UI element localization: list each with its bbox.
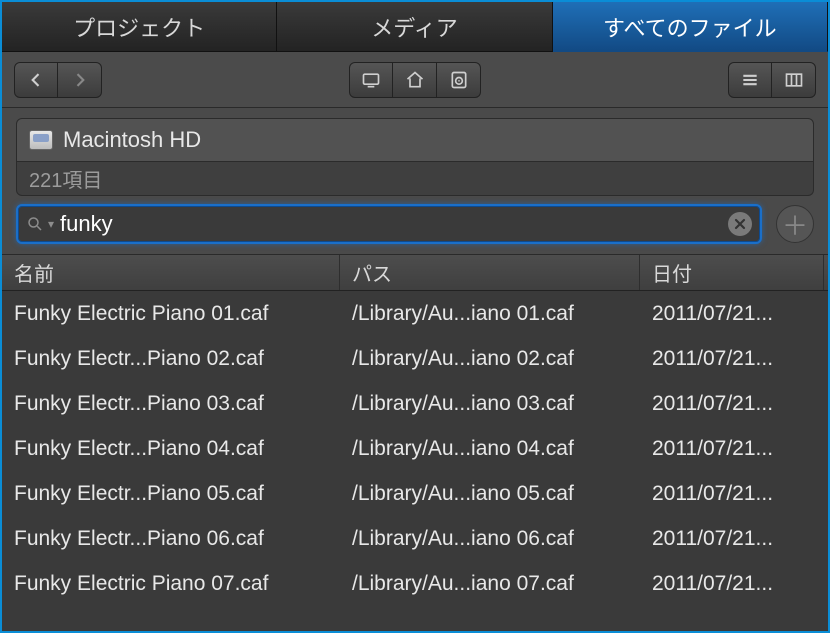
cell-path: /Library/Au...iano 06.caf: [340, 527, 640, 551]
back-button[interactable]: [14, 62, 58, 98]
cell-name: Funky Electric Piano 01.caf: [2, 302, 340, 326]
clear-search-button[interactable]: [728, 212, 752, 236]
location-bar[interactable]: Macintosh HD: [16, 118, 814, 162]
computer-button[interactable]: [349, 62, 393, 98]
tab-project[interactable]: プロジェクト: [2, 2, 277, 52]
item-count: 221項目: [16, 162, 814, 196]
nav-buttons: [14, 62, 102, 98]
plus-icon: ＋: [782, 206, 808, 243]
table-row[interactable]: Funky Electr...Piano 05.caf /Library/Au.…: [2, 471, 828, 516]
view-mode-buttons: [728, 62, 816, 98]
table-row[interactable]: Funky Electric Piano 07.caf /Library/Au.…: [2, 561, 828, 606]
cell-path: /Library/Au...iano 04.caf: [340, 437, 640, 461]
list-view-button[interactable]: [728, 62, 772, 98]
cell-path: /Library/Au...iano 05.caf: [340, 482, 640, 506]
chevron-right-icon: [70, 70, 90, 90]
column-header-name[interactable]: 名前: [2, 255, 340, 290]
location-shortcuts: [349, 62, 481, 98]
drive-icon: [29, 130, 53, 150]
tab-all-files[interactable]: すべてのファイル: [553, 2, 828, 52]
project-folder-button[interactable]: [437, 62, 481, 98]
table-header: 名前 パス 日付: [2, 255, 828, 291]
home-button[interactable]: [393, 62, 437, 98]
disc-folder-icon: [449, 70, 469, 90]
toolbar: [2, 52, 828, 108]
tab-bar: プロジェクト メディア すべてのファイル: [2, 2, 828, 52]
cell-date: 2011/07/21...: [640, 392, 828, 416]
cell-date: 2011/07/21...: [640, 302, 828, 326]
cell-name: Funky Electr...Piano 04.caf: [2, 437, 340, 461]
cell-path: /Library/Au...iano 01.caf: [340, 302, 640, 326]
cell-date: 2011/07/21...: [640, 482, 828, 506]
x-icon: [734, 218, 746, 230]
volume-name: Macintosh HD: [63, 127, 201, 153]
cell-date: 2011/07/21...: [640, 437, 828, 461]
cell-name: Funky Electr...Piano 06.caf: [2, 527, 340, 551]
search-row: ▾ ＋: [2, 196, 828, 255]
home-icon: [405, 70, 425, 90]
table-row[interactable]: Funky Electr...Piano 04.caf /Library/Au.…: [2, 426, 828, 471]
table-body: Funky Electric Piano 01.caf /Library/Au.…: [2, 291, 828, 631]
cell-date: 2011/07/21...: [640, 347, 828, 371]
search-input[interactable]: [60, 211, 722, 237]
search-field[interactable]: ▾: [16, 204, 762, 244]
cell-name: Funky Electr...Piano 02.caf: [2, 347, 340, 371]
list-icon: [740, 70, 760, 90]
column-header-path[interactable]: パス: [340, 255, 640, 290]
chevron-left-icon: [26, 70, 46, 90]
column-view-button[interactable]: [772, 62, 816, 98]
columns-icon: [784, 70, 804, 90]
search-menu-caret-icon[interactable]: ▾: [48, 217, 54, 231]
cell-path: /Library/Au...iano 02.caf: [340, 347, 640, 371]
table-row[interactable]: Funky Electr...Piano 02.caf /Library/Au.…: [2, 336, 828, 381]
search-icon: [26, 215, 44, 233]
table-row[interactable]: Funky Electr...Piano 06.caf /Library/Au.…: [2, 516, 828, 561]
table-row[interactable]: Funky Electr...Piano 03.caf /Library/Au.…: [2, 381, 828, 426]
cell-path: /Library/Au...iano 03.caf: [340, 392, 640, 416]
cell-name: Funky Electric Piano 07.caf: [2, 572, 340, 596]
table-row[interactable]: Funky Electric Piano 01.caf /Library/Au.…: [2, 291, 828, 336]
cell-date: 2011/07/21...: [640, 572, 828, 596]
cell-name: Funky Electr...Piano 05.caf: [2, 482, 340, 506]
cell-date: 2011/07/21...: [640, 527, 828, 551]
cell-path: /Library/Au...iano 07.caf: [340, 572, 640, 596]
add-search-rule-button[interactable]: ＋: [776, 205, 814, 243]
display-icon: [361, 70, 381, 90]
cell-name: Funky Electr...Piano 03.caf: [2, 392, 340, 416]
column-header-end: [824, 255, 828, 290]
column-header-date[interactable]: 日付: [640, 255, 824, 290]
forward-button[interactable]: [58, 62, 102, 98]
tab-media[interactable]: メディア: [277, 2, 552, 52]
file-browser-window: プロジェクト メディア すべてのファイル: [0, 0, 830, 633]
